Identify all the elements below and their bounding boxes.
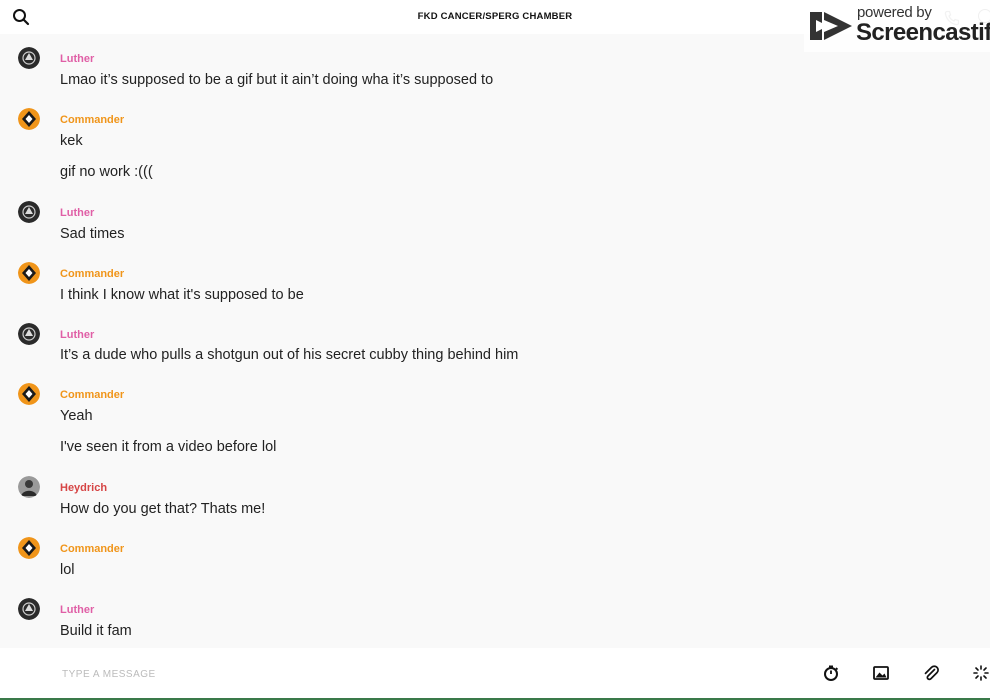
- message-text: Sad times: [60, 226, 125, 242]
- attachment-icon[interactable]: [922, 664, 940, 682]
- message-author: Luther: [60, 604, 95, 616]
- commander-avatar-icon[interactable]: [18, 262, 40, 284]
- message-text: gif no work :(((: [60, 164, 153, 180]
- image-icon[interactable]: [872, 664, 890, 682]
- message-author: Commander: [60, 389, 125, 401]
- message-author: Heydrich: [60, 482, 108, 494]
- message-list: Luther Lmao it’s supposed to be a gif bu…: [0, 34, 990, 648]
- message-text: It’s a dude who pulls a shotgun out of h…: [60, 347, 519, 363]
- commander-avatar-icon[interactable]: [18, 383, 40, 405]
- message-text: I think I know what it's supposed to be: [60, 287, 304, 303]
- luther-avatar-icon[interactable]: [18, 201, 40, 223]
- message-text: kek: [60, 133, 83, 149]
- message-author: Commander: [60, 268, 125, 280]
- message-author: Luther: [60, 207, 95, 219]
- luther-avatar-icon[interactable]: [18, 598, 40, 620]
- message-input[interactable]: [60, 662, 704, 686]
- commander-avatar-icon[interactable]: [18, 108, 40, 130]
- luther-avatar-icon[interactable]: [18, 323, 40, 345]
- sparkle-icon[interactable]: [972, 664, 990, 682]
- message-author: Luther: [60, 329, 95, 341]
- message-text: I've seen it from a video before lol: [60, 439, 277, 455]
- message-author: Commander: [60, 114, 125, 126]
- message-text: lol: [60, 562, 75, 578]
- message-composer: [0, 648, 990, 700]
- timer-icon[interactable]: [822, 664, 840, 682]
- luther-avatar-icon[interactable]: [18, 47, 40, 69]
- message-text: How do you get that? Thats me!: [60, 501, 266, 517]
- message-text: Build it fam: [60, 623, 132, 639]
- heydrich-avatar-icon[interactable]: [18, 476, 40, 498]
- message-text: Yeah: [60, 408, 93, 424]
- message-author: Commander: [60, 543, 125, 555]
- message-text: Lmao it’s supposed to be a gif but it ai…: [60, 72, 494, 88]
- message-author: Luther: [60, 53, 95, 65]
- commander-avatar-icon[interactable]: [18, 537, 40, 559]
